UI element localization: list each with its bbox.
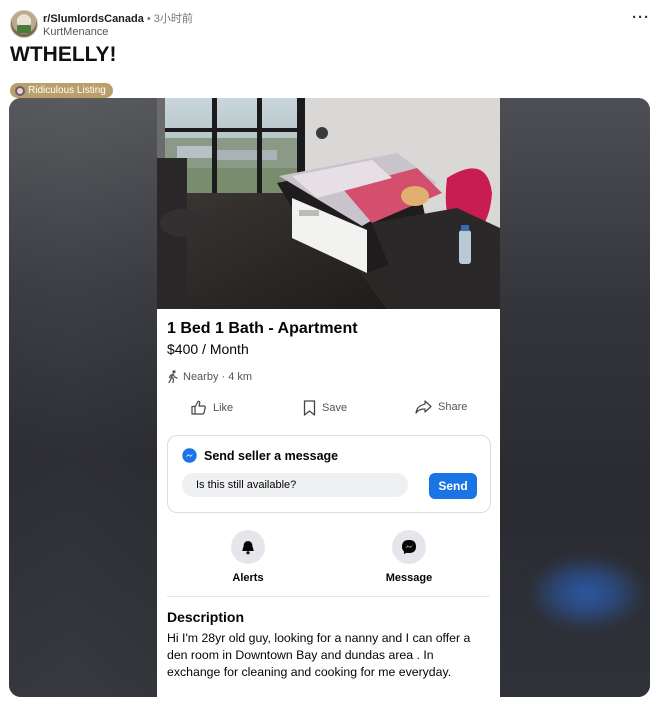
flair-emoji-icon: [15, 85, 25, 96]
save-label: Save: [322, 402, 348, 414]
message-input[interactable]: [182, 473, 408, 497]
thumbs-up-icon: [191, 400, 206, 415]
message-seller-title: Send seller a message: [204, 448, 339, 463]
post-header: r/SlumlordsCanada • 3小时前 KurtMenance ···: [10, 8, 650, 40]
author-link[interactable]: KurtMenance: [43, 26, 108, 38]
subreddit-avatar[interactable]: [10, 10, 38, 38]
like-label: Like: [213, 401, 234, 414]
message-circle: [392, 530, 426, 564]
bell-icon: [242, 540, 254, 554]
flair-label: Ridiculous Listing: [28, 85, 106, 96]
message-seller-card: Send seller a message Send: [167, 435, 491, 513]
media-blur-left: [9, 98, 157, 697]
description-heading: Description: [167, 609, 245, 625]
share-label: Share: [438, 401, 468, 413]
listing-price: $400 / Month: [167, 341, 249, 357]
bedroom-photo-illustration: [157, 98, 500, 309]
media-blur-accent: [532, 558, 642, 628]
nearby-row: Nearby · 4 km: [167, 370, 252, 383]
message-seller-heading: Send seller a message: [182, 448, 338, 463]
meta-separator: •: [146, 13, 151, 25]
listing-photo: [157, 98, 500, 309]
like-button[interactable]: Like: [191, 400, 233, 415]
alerts-button[interactable]: Alerts: [208, 530, 288, 584]
message-label: Message: [385, 572, 433, 584]
share-arrow-icon: [415, 400, 432, 414]
nearby-text: Nearby · 4 km: [183, 370, 253, 383]
post-meta: r/SlumlordsCanada • 3小时前: [43, 10, 193, 26]
save-button[interactable]: Save: [303, 400, 347, 416]
post-time: 3小时前: [153, 13, 193, 25]
alerts-label: Alerts: [232, 572, 264, 584]
post-media[interactable]: 1 Bed 1 Bath - Apartment $400 / Month Ne…: [9, 98, 650, 697]
marketplace-screenshot: 1 Bed 1 Bath - Apartment $400 / Month Ne…: [157, 98, 500, 697]
post-title[interactable]: WTHELLY!: [10, 43, 117, 67]
section-divider: [167, 596, 490, 597]
description-text: Hi I'm 28yr old guy, looking for a nanny…: [167, 631, 471, 679]
listing-actions: Like Save Share: [157, 400, 500, 424]
alerts-circle: [231, 530, 265, 564]
messenger-icon: [182, 448, 197, 463]
post-flair[interactable]: Ridiculous Listing: [10, 83, 113, 98]
send-button[interactable]: Send: [429, 473, 477, 499]
listing-title: 1 Bed 1 Bath - Apartment: [167, 320, 358, 337]
bookmark-icon: [303, 400, 316, 416]
messenger-bolt-icon: [402, 540, 416, 554]
share-button[interactable]: Share: [415, 400, 467, 414]
message-button[interactable]: Message: [369, 530, 449, 584]
more-options-icon[interactable]: ···: [632, 10, 650, 28]
subreddit-link[interactable]: r/SlumlordsCanada: [43, 13, 144, 25]
walking-icon: [168, 370, 178, 383]
